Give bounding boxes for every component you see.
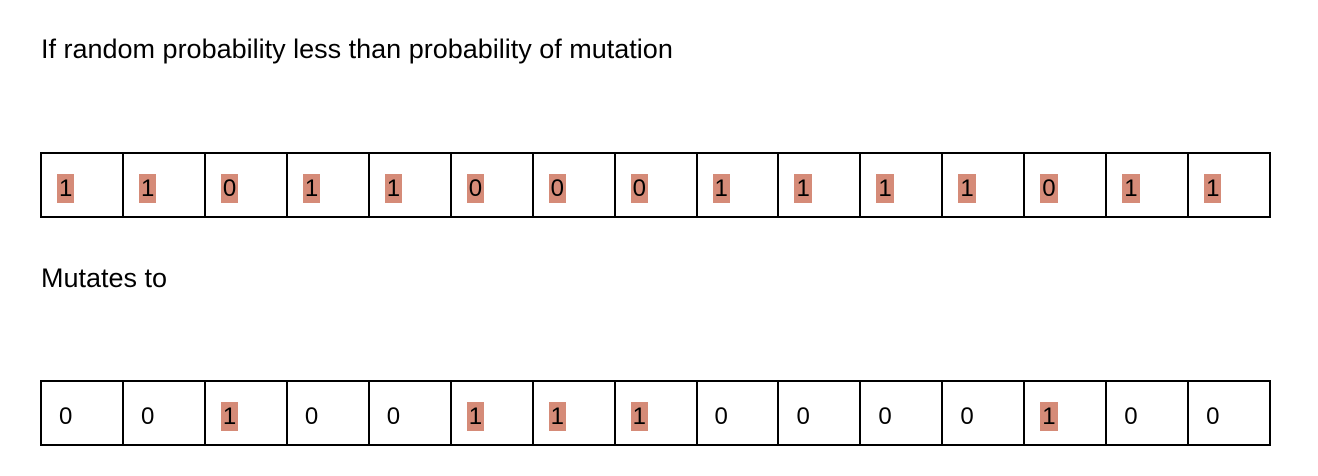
bit-value: 0 — [1206, 403, 1220, 430]
bit-cell: 0 — [695, 380, 778, 446]
highlighted-bit-value: 1 — [466, 402, 485, 431]
bit-cell: 0 — [203, 152, 286, 218]
bit-value: 0 — [59, 403, 73, 430]
bit-value: 0 — [1124, 403, 1138, 430]
highlighted-bit-value: 1 — [1040, 402, 1058, 431]
bit-cell: 1 — [1023, 380, 1106, 446]
original-chromosome: 1 1 0 1 1 0 0 0 1 1 1 1 0 1 1 — [40, 152, 1272, 218]
bit-cell: 1 — [941, 152, 1024, 218]
bit-cell: 1 — [367, 152, 450, 218]
bit-cell: 1 — [531, 380, 614, 446]
bit-cell: 0 — [613, 152, 696, 218]
bit-value: 0 — [796, 403, 810, 430]
bit-cell: 0 — [1105, 380, 1188, 446]
highlighted-bit-value: 1 — [548, 402, 566, 431]
bit-cell: 1 — [40, 152, 122, 218]
bit-cell: 1 — [1187, 152, 1272, 218]
bit-value: 0 — [714, 403, 728, 430]
bit-cell: 1 — [449, 380, 532, 446]
bit-cell: 0 — [367, 380, 450, 446]
highlighted-bit-value: 1 — [1122, 174, 1140, 203]
bit-cell: 0 — [1187, 380, 1272, 446]
bit-value: 0 — [304, 403, 319, 430]
bit-cell: 1 — [777, 152, 860, 218]
bit-cell: 0 — [531, 152, 614, 218]
highlighted-bit-value: 1 — [712, 174, 730, 203]
bit-value: 0 — [386, 403, 401, 430]
highlighted-bit-value: 1 — [220, 402, 239, 431]
highlighted-bit-value: 1 — [302, 174, 321, 203]
bit-cell: 0 — [449, 152, 532, 218]
bit-cell: 1 — [285, 152, 368, 218]
highlighted-bit-value: 0 — [630, 174, 648, 203]
highlighted-bit-value: 1 — [1204, 174, 1222, 203]
bit-cell: 0 — [1023, 152, 1106, 218]
highlighted-bit-value: 1 — [384, 174, 403, 203]
bit-cell: 0 — [777, 380, 860, 446]
bit-cell: 1 — [203, 380, 286, 446]
mutated-chromosome: 0 0 1 0 0 1 1 1 0 0 0 0 1 0 0 — [40, 380, 1272, 446]
bit-cell: 0 — [285, 380, 368, 446]
caption-mutates-to: Mutates to — [41, 263, 168, 293]
bit-cell: 0 — [121, 380, 204, 446]
bit-value: 0 — [878, 403, 892, 430]
bit-cell: 0 — [941, 380, 1024, 446]
highlighted-bit-value: 0 — [466, 174, 485, 203]
bit-cell: 1 — [613, 380, 696, 446]
highlighted-bit-value: 1 — [958, 174, 976, 203]
highlighted-bit-value: 0 — [220, 174, 239, 203]
bit-cell: 1 — [121, 152, 204, 218]
bit-cell: 1 — [695, 152, 778, 218]
caption-condition: If random probability less than probabil… — [41, 34, 673, 64]
bit-cell: 0 — [40, 380, 122, 446]
bit-value: 0 — [960, 403, 974, 430]
bit-cell: 1 — [1105, 152, 1188, 218]
highlighted-bit-value: 1 — [876, 174, 894, 203]
highlighted-bit-value: 0 — [548, 174, 566, 203]
bit-cell: 1 — [859, 152, 942, 218]
highlighted-bit-value: 1 — [138, 174, 157, 203]
highlighted-bit-value: 0 — [1040, 174, 1058, 203]
highlighted-bit-value: 1 — [794, 174, 812, 203]
bit-cell: 0 — [859, 380, 942, 446]
bit-value: 0 — [140, 403, 155, 430]
highlighted-bit-value: 1 — [630, 402, 648, 431]
highlighted-bit-value: 1 — [57, 174, 75, 203]
